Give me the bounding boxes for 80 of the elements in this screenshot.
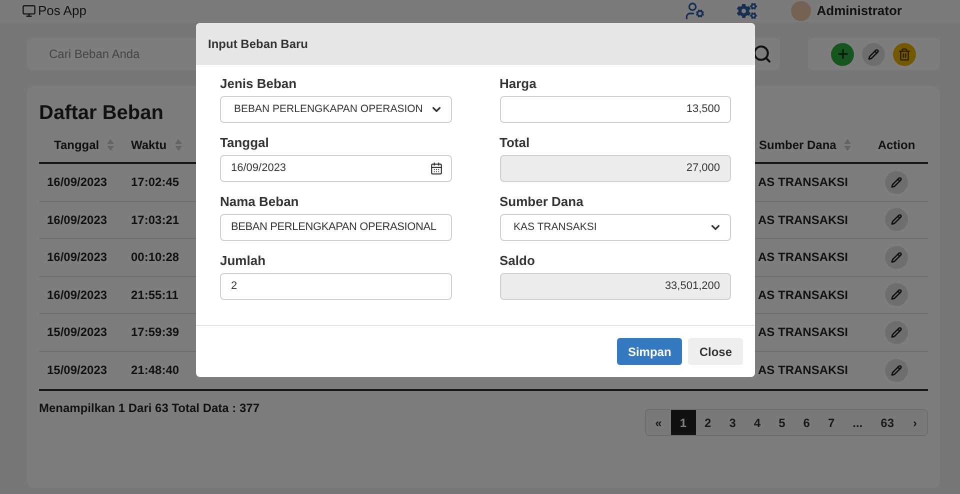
edit-row-button[interactable] bbox=[885, 208, 908, 232]
pencil-icon bbox=[891, 289, 902, 300]
column-header: Action bbox=[878, 137, 916, 154]
page-button[interactable]: › bbox=[903, 410, 927, 435]
readonly-field: 33,501,200 bbox=[500, 273, 731, 300]
page-button[interactable]: « bbox=[646, 410, 671, 435]
page-button[interactable]: 63 bbox=[872, 410, 903, 435]
table-cell-text: 16/09/2023 bbox=[47, 212, 108, 229]
page-button[interactable]: 3 bbox=[720, 410, 745, 435]
input-field[interactable]: 2 bbox=[220, 273, 452, 300]
table-cell-text: AS TRANSAKSI bbox=[758, 249, 848, 266]
pencil-icon bbox=[891, 214, 902, 226]
cogs-icon[interactable] bbox=[736, 1, 757, 21]
table-cell-text: 16/09/2023 bbox=[47, 286, 108, 304]
table-cell-text: AS TRANSAKSI bbox=[758, 174, 848, 192]
pencil-icon bbox=[891, 364, 902, 376]
list-title: Daftar Beban bbox=[39, 101, 164, 126]
select-field[interactable]: KAS TRANSAKSI bbox=[500, 214, 731, 241]
app-title: Pos App bbox=[38, 2, 86, 20]
pencil-icon bbox=[891, 176, 902, 188]
field-label: Jumlah bbox=[220, 252, 267, 270]
plus-icon bbox=[836, 47, 850, 61]
table-cell-text: AS TRANSAKSI bbox=[758, 362, 848, 380]
table-cell-text: AS TRANSAKSI bbox=[758, 286, 848, 304]
field-label: Jenis Beban bbox=[220, 75, 298, 93]
page-button[interactable]: 2 bbox=[696, 410, 720, 435]
table-cell-text: 00:10:28 bbox=[131, 249, 180, 266]
page-button[interactable]: 7 bbox=[818, 410, 844, 435]
table-cell-text: AS TRANSAKSI bbox=[758, 212, 848, 229]
pencil-icon bbox=[868, 48, 879, 60]
search-icon[interactable] bbox=[752, 44, 772, 64]
column-header[interactable]: Waktu bbox=[131, 136, 167, 154]
save-button[interactable]: Simpan bbox=[616, 338, 682, 365]
table-cell-text: 17:03:21 bbox=[131, 212, 180, 229]
avatar bbox=[790, 1, 811, 21]
delete-button[interactable] bbox=[893, 42, 916, 66]
page-button[interactable]: 1 bbox=[670, 410, 696, 435]
table-cell-text: 15/09/2023 bbox=[47, 324, 108, 342]
input-field[interactable]: BEBAN PERLENGKAPAN OPERASIONAL bbox=[220, 214, 452, 241]
column-header[interactable]: Sumber Dana bbox=[759, 136, 836, 154]
field-label: Total bbox=[500, 134, 531, 152]
input-field[interactable]: 13,500 bbox=[500, 96, 731, 123]
field-label: Tanggal bbox=[220, 134, 270, 152]
monitor-icon bbox=[22, 4, 36, 18]
edit-row-button[interactable] bbox=[885, 246, 908, 269]
table-cell-text: 17:02:45 bbox=[131, 174, 180, 192]
user-cog-icon[interactable] bbox=[684, 1, 705, 21]
page-button[interactable]: 5 bbox=[770, 410, 794, 435]
modal-title: Input Beban Baru bbox=[208, 36, 308, 53]
table-cell-text: 17:59:39 bbox=[131, 324, 180, 342]
add-button[interactable] bbox=[831, 42, 854, 66]
date-field[interactable]: 16/09/2023 bbox=[220, 155, 452, 182]
table-cell-text: 21:48:40 bbox=[131, 362, 180, 380]
edit-row-button[interactable] bbox=[885, 283, 908, 306]
field-label: Sumber Dana bbox=[500, 193, 584, 211]
page-button[interactable]: 6 bbox=[794, 410, 819, 435]
select-field[interactable]: BEBAN PERLENGKAPAN OPERASION bbox=[220, 96, 452, 123]
close-button[interactable]: Close bbox=[688, 338, 743, 365]
summary-text: Menampilkan 1 Dari 63 Total Data : 377 bbox=[39, 400, 260, 417]
column-header[interactable]: Tanggal bbox=[54, 136, 100, 154]
table-cell-text: 16/09/2023 bbox=[47, 174, 108, 192]
table-cell-text: 16/09/2023 bbox=[47, 249, 108, 266]
pencil-icon bbox=[891, 326, 902, 338]
edit-row-button[interactable] bbox=[885, 358, 908, 382]
user-name[interactable]: Administrator bbox=[816, 1, 902, 21]
table-cell-text: AS TRANSAKSI bbox=[758, 324, 848, 342]
field-label: Harga bbox=[500, 75, 538, 93]
table-cell-text: 21:55:11 bbox=[131, 286, 178, 304]
readonly-field: 27,000 bbox=[500, 155, 731, 182]
table-cell-text: 15/09/2023 bbox=[47, 362, 108, 380]
field-label: Nama Beban bbox=[220, 193, 300, 211]
page-button[interactable]: ... bbox=[844, 410, 872, 435]
edit-button[interactable] bbox=[862, 42, 885, 66]
page-button[interactable]: 4 bbox=[744, 410, 770, 435]
trash-icon bbox=[898, 48, 911, 60]
pencil-icon bbox=[891, 252, 902, 263]
edit-row-button[interactable] bbox=[885, 320, 908, 344]
calendar-icon bbox=[430, 162, 442, 175]
edit-row-button[interactable] bbox=[885, 170, 908, 194]
field-label: Saldo bbox=[500, 252, 536, 270]
